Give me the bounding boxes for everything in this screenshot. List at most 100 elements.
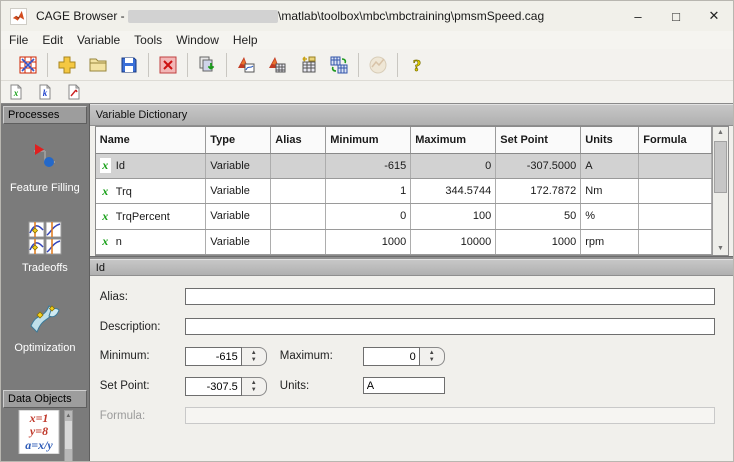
column-header[interactable]: Minimum bbox=[325, 127, 412, 154]
tradeoffs-icon bbox=[27, 220, 63, 259]
cell-formula bbox=[638, 203, 713, 230]
feature-filling-icon bbox=[27, 140, 63, 179]
table-scrollbar[interactable]: ▲ ▼ bbox=[712, 127, 728, 255]
variable-dictionary-icon: x=1 y=8 a=x/y bbox=[17, 409, 61, 457]
sidebar-header-processes: Processes bbox=[3, 106, 87, 124]
table-row[interactable]: x n Variable 1000 10000 1000 rpm bbox=[95, 229, 713, 256]
cell-set_point: 172.7872 bbox=[495, 178, 582, 205]
title-path: \matlab\toolbox\mbc\mbctraining\pmsmSpee… bbox=[278, 9, 545, 23]
cell-minimum: 0 bbox=[325, 203, 412, 230]
scroll-up-icon[interactable]: ▲ bbox=[713, 127, 728, 139]
column-header[interactable]: Type bbox=[205, 127, 272, 154]
new-formula-icon[interactable] bbox=[65, 83, 83, 101]
title-prefix: CAGE Browser - bbox=[36, 9, 129, 23]
table-row[interactable]: x TrqPercent Variable 0 100 50% bbox=[95, 203, 713, 230]
detail-panel: Alias: Description: Minimum: ▲▼ Maximum:… bbox=[89, 276, 733, 461]
variable-name: n bbox=[115, 236, 122, 249]
close-button[interactable]: ✕ bbox=[695, 1, 733, 31]
menu-variable[interactable]: Variable bbox=[77, 33, 120, 47]
menu-file[interactable]: File bbox=[9, 33, 28, 47]
cell-maximum: 10000 bbox=[410, 229, 497, 256]
cell-minimum: 1000 bbox=[325, 229, 412, 256]
set-point-label: Set Point: bbox=[99, 380, 150, 392]
detail-panel-title: Id bbox=[89, 259, 733, 276]
help-icon[interactable]: ? bbox=[406, 54, 428, 76]
alias-field[interactable] bbox=[184, 288, 715, 305]
new-constant-icon[interactable]: k bbox=[36, 83, 54, 101]
svg-text:x=1: x=1 bbox=[28, 411, 48, 425]
cage-browser-window: CAGE Browser - \matlab\toolbox\mbc\mbctr… bbox=[0, 0, 734, 462]
variable-name: Id bbox=[115, 160, 125, 173]
sidebar-item-feature-filling[interactable]: Feature Filling bbox=[1, 140, 89, 194]
cell-set_point: 50 bbox=[495, 203, 582, 230]
maximize-button[interactable]: □ bbox=[657, 1, 695, 31]
set-point-spin-buttons[interactable]: ▲ ▼ bbox=[241, 377, 267, 396]
cage-home-icon[interactable] bbox=[17, 54, 39, 76]
close-project-icon[interactable] bbox=[157, 54, 179, 76]
menu-window[interactable]: Window bbox=[176, 33, 219, 47]
sidebar-item-optimization[interactable]: Optimization bbox=[1, 300, 89, 354]
variable-table-zone: Name Type Alias Minimum Maximum Set Point Unit… bbox=[94, 126, 729, 256]
column-header[interactable]: Name bbox=[95, 127, 207, 154]
sidebar-scrollbar[interactable]: ▲ bbox=[63, 410, 73, 461]
units-label: Units: bbox=[279, 380, 310, 392]
update-tables-icon[interactable] bbox=[328, 54, 350, 76]
svg-text:x: x bbox=[13, 88, 19, 98]
import-data-icon[interactable] bbox=[196, 54, 218, 76]
cell-units: Nm bbox=[580, 178, 640, 205]
column-header[interactable]: Maximum bbox=[410, 127, 497, 154]
units-field[interactable] bbox=[362, 377, 445, 394]
column-header[interactable]: Set Point bbox=[495, 127, 582, 154]
cell-set_point: 1000 bbox=[495, 229, 582, 256]
maximum-spin-buttons[interactable]: ▲ ▼ bbox=[419, 347, 445, 366]
dictionary-toolbar: x k bbox=[1, 81, 733, 104]
import-model-icon[interactable] bbox=[235, 54, 257, 76]
cell-name: x Id bbox=[95, 153, 207, 179]
save-file-icon[interactable] bbox=[118, 54, 140, 76]
description-label: Description: bbox=[99, 321, 161, 333]
sidebar-item-variable-dictionary[interactable]: x=1 y=8 a=x/y ▲ bbox=[1, 409, 89, 461]
minimum-stepper[interactable] bbox=[184, 347, 242, 366]
table-header-row: Name Type Alias Minimum Maximum Set Point Unit… bbox=[95, 127, 713, 154]
maximum-stepper[interactable] bbox=[362, 347, 420, 366]
cell-name: x TrqPercent bbox=[95, 203, 207, 230]
svg-text:a=x/y: a=x/y bbox=[25, 438, 53, 452]
menu-edit[interactable]: Edit bbox=[42, 33, 63, 47]
cell-formula bbox=[638, 153, 713, 179]
cell-type: Variable bbox=[205, 229, 272, 256]
import-calibration-icon[interactable] bbox=[266, 54, 288, 76]
menu-help[interactable]: Help bbox=[233, 33, 258, 47]
menu-tools[interactable]: Tools bbox=[134, 33, 162, 47]
compare-disabled-icon bbox=[367, 54, 389, 76]
export-calibration-icon[interactable] bbox=[297, 54, 319, 76]
cell-units: rpm bbox=[580, 229, 640, 256]
cell-minimum: 1 bbox=[325, 178, 412, 205]
table-row[interactable]: x Trq Variable 1 344.5744 172.7872 Nm bbox=[95, 178, 713, 205]
alias-label: Alias: bbox=[99, 291, 128, 303]
description-field[interactable] bbox=[184, 318, 715, 335]
column-header[interactable]: Alias bbox=[270, 127, 327, 154]
column-header[interactable]: Units bbox=[580, 127, 640, 154]
set-point-stepper[interactable] bbox=[184, 377, 242, 396]
open-file-icon[interactable] bbox=[87, 54, 109, 76]
sidebar-item-label: Tradeoffs bbox=[21, 262, 68, 274]
sidebar-item-tradeoffs[interactable]: Tradeoffs bbox=[1, 220, 89, 274]
table-row[interactable]: x Id Variable -615 0 -307.5000 A bbox=[95, 153, 713, 179]
cell-alias bbox=[270, 229, 327, 256]
matlab-app-icon bbox=[10, 7, 27, 25]
variable-dictionary-panel-title: Variable Dictionary bbox=[89, 104, 733, 126]
cell-set_point: -307.5000 bbox=[495, 153, 582, 179]
scroll-down-icon[interactable]: ▼ bbox=[713, 243, 728, 255]
minimize-button[interactable]: – bbox=[619, 1, 657, 31]
column-header[interactable]: Formula bbox=[638, 127, 713, 154]
main-panel: Variable Dictionary Name Type Alias Minimum… bbox=[88, 104, 733, 461]
cell-units: A bbox=[580, 153, 640, 179]
minimum-spin-buttons[interactable]: ▲ ▼ bbox=[241, 347, 267, 366]
new-project-icon[interactable] bbox=[56, 54, 78, 76]
sidebar-header-data-objects: Data Objects bbox=[3, 390, 87, 408]
window-title: CAGE Browser - \matlab\toolbox\mbc\mbctr… bbox=[36, 9, 544, 23]
scrollbar-thumb[interactable] bbox=[714, 141, 728, 193]
minimum-label: Minimum: bbox=[99, 350, 150, 362]
new-variable-icon[interactable]: x bbox=[7, 83, 25, 101]
cell-alias bbox=[270, 153, 327, 179]
